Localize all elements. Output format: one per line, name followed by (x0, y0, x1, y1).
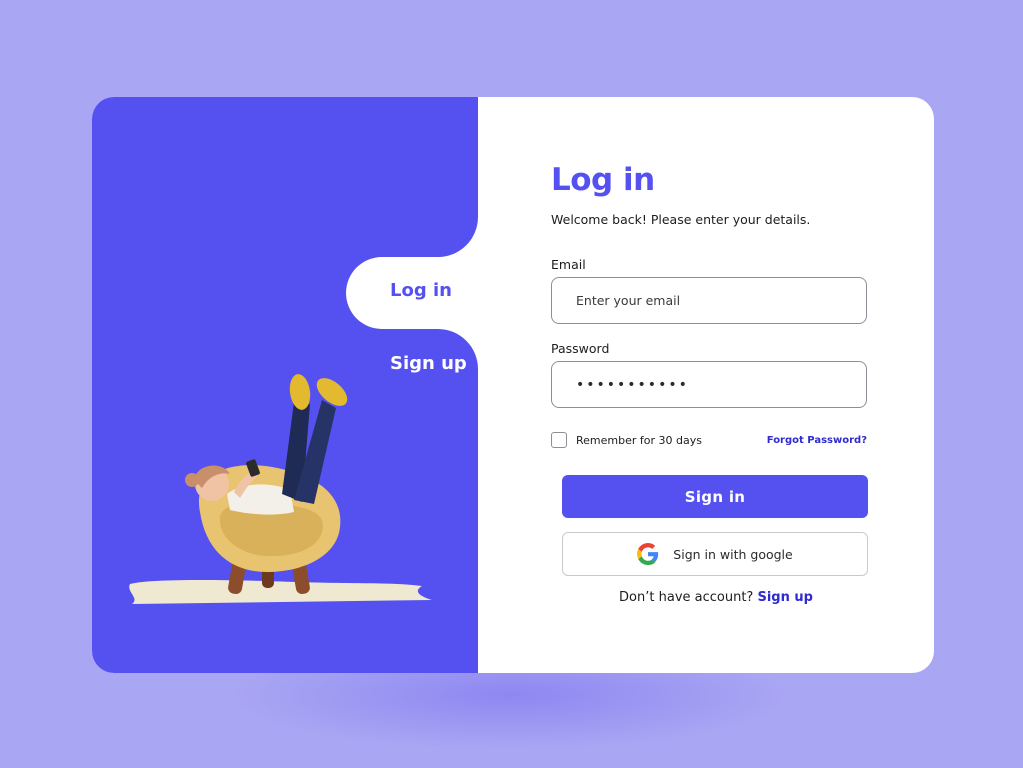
login-card: Log in Sign up Log in Welcome back! Plea… (92, 97, 934, 673)
forgot-password-link[interactable]: Forgot Password? (767, 435, 867, 446)
tab-login[interactable]: Log in (390, 280, 452, 301)
tab-curve-top (438, 217, 478, 257)
google-sign-in-label: Sign in with google (673, 546, 793, 562)
left-panel (92, 97, 478, 673)
person-relaxing-illustration (129, 374, 433, 604)
google-sign-in-button[interactable]: Sign in with google (562, 532, 868, 576)
google-icon (637, 543, 659, 565)
remember-checkbox[interactable] (551, 432, 567, 448)
remember-checkbox-row[interactable]: Remember for 30 days (551, 432, 702, 448)
sign-up-link[interactable]: Sign up (757, 590, 812, 605)
page-subtitle: Welcome back! Please enter your details. (551, 212, 811, 227)
password-value: ••••••••••• (576, 376, 689, 393)
no-account-text: Don’t have account? (619, 590, 754, 605)
email-label: Email (551, 257, 586, 272)
signup-prompt: Don’t have account? Sign up (551, 590, 881, 605)
email-field[interactable] (551, 277, 867, 324)
login-form: Log in Welcome back! Please enter your d… (551, 97, 881, 673)
tab-signup[interactable]: Sign up (390, 353, 467, 374)
password-field[interactable]: ••••••••••• (551, 361, 867, 408)
page-title: Log in (551, 162, 655, 198)
password-label: Password (551, 341, 610, 356)
sign-in-button[interactable]: Sign in (562, 475, 868, 518)
remember-label: Remember for 30 days (576, 433, 702, 447)
